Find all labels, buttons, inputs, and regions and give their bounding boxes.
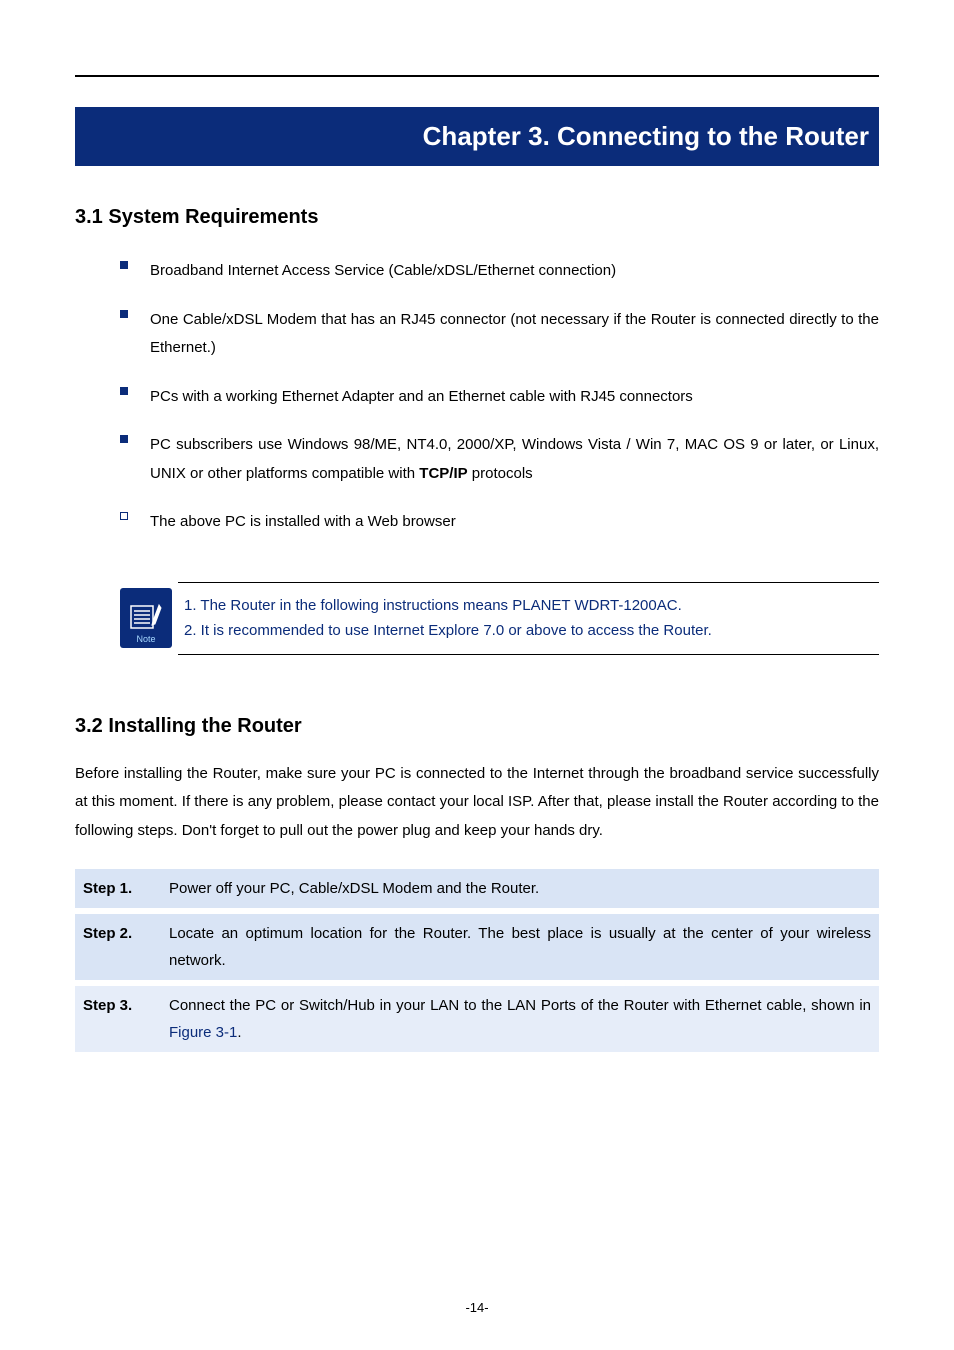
req-text: The above PC is installed with a Web bro…: [150, 513, 456, 530]
note-label: Note: [136, 634, 155, 644]
steps-table: Step 1. Power off your PC, Cable/xDSL Mo…: [75, 863, 879, 1058]
bullet-icon: [120, 310, 128, 318]
req-text: One Cable/xDSL Modem that has an RJ45 co…: [150, 311, 879, 357]
document-page: Chapter 3. Connecting to the Router 3.1 …: [0, 0, 954, 1350]
step-row: Step 1. Power off your PC, Cable/xDSL Mo…: [75, 869, 879, 908]
req-text: PCs with a working Ethernet Adapter and …: [150, 388, 693, 405]
req-item: PC subscribers use Windows 98/ME, NT4.0,…: [120, 421, 879, 498]
bullet-icon: [120, 261, 128, 269]
note-line: 2. It is recommended to use Internet Exp…: [184, 618, 873, 644]
step-text: Locate an optimum location for the Route…: [161, 914, 879, 980]
step-text-part: .: [237, 1024, 241, 1041]
step-row: Step 2. Locate an optimum location for t…: [75, 914, 879, 980]
req-item: The above PC is installed with a Web bro…: [120, 498, 879, 547]
step-text: Power off your PC, Cable/xDSL Modem and …: [161, 869, 879, 908]
top-rule: [75, 75, 879, 77]
section-3-1-heading: 3.1 System Requirements: [75, 206, 879, 229]
chapter-title: Chapter 3. Connecting to the Router: [75, 107, 879, 166]
step-label: Step 1.: [75, 869, 161, 908]
req-text: Broadband Internet Access Service (Cable…: [150, 262, 616, 279]
req-text: protocols: [468, 465, 533, 482]
note-line: 1. The Router in the following instructi…: [184, 593, 873, 619]
step-label: Step 2.: [75, 914, 161, 980]
step-label: Step 3.: [75, 986, 161, 1052]
bullet-icon: [120, 512, 128, 520]
step-text: Connect the PC or Switch/Hub in your LAN…: [161, 986, 879, 1052]
requirements-list: Broadband Internet Access Service (Cable…: [120, 247, 879, 547]
req-item: One Cable/xDSL Modem that has an RJ45 co…: [120, 296, 879, 373]
page-number: -14-: [0, 1300, 954, 1315]
figure-reference: Figure 3-1: [169, 1024, 237, 1041]
section-3-2-intro: Before installing the Router, make sure …: [75, 760, 879, 846]
section-3-2-heading: 3.2 Installing the Router: [75, 715, 879, 738]
note-text: 1. The Router in the following instructi…: [178, 582, 879, 655]
step-row: Step 3. Connect the PC or Switch/Hub in …: [75, 986, 879, 1052]
req-item: PCs with a working Ethernet Adapter and …: [120, 373, 879, 422]
req-text-bold: TCP/IP: [419, 465, 467, 482]
req-item: Broadband Internet Access Service (Cable…: [120, 247, 879, 296]
note-icon: Note: [120, 588, 172, 648]
notepad-icon: [129, 603, 163, 631]
bullet-icon: [120, 435, 128, 443]
bullet-icon: [120, 387, 128, 395]
note-block: Note 1. The Router in the following inst…: [120, 582, 879, 655]
step-text-part: Connect the PC or Switch/Hub in your LAN…: [169, 997, 871, 1014]
